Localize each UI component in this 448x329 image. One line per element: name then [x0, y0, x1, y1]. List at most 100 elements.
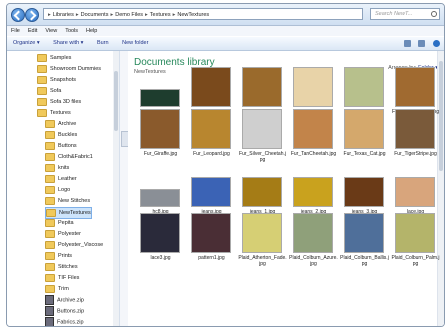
- file-thumbnail[interactable]: [242, 109, 282, 149]
- crumb-separator-icon[interactable]: ▸: [48, 12, 51, 18]
- file-thumbnail[interactable]: [191, 213, 231, 253]
- file-thumbnail[interactable]: [140, 89, 180, 107]
- file-name[interactable]: Fur_Leopard.jpg: [187, 151, 236, 157]
- sidebar-item[interactable]: Stitches: [45, 262, 78, 272]
- file-thumbnail[interactable]: [344, 177, 384, 207]
- file-name[interactable]: Plaid_Colburn_Ballis.jpg: [340, 255, 389, 267]
- sidebar-item[interactable]: TIF Files: [45, 273, 79, 283]
- file-thumbnail[interactable]: [395, 177, 435, 207]
- folder-icon: [45, 273, 55, 282]
- sidebar-item[interactable]: Buckles: [45, 130, 77, 140]
- navigation-pane: Samples Showroom Dummies Snapshots Sofa Sofa…: [7, 51, 120, 326]
- burn-button[interactable]: Burn: [91, 37, 115, 50]
- file-thumbnail[interactable]: [293, 213, 333, 253]
- sidebar-item[interactable]: Sofa: [37, 86, 61, 96]
- menu-help[interactable]: Help: [82, 26, 101, 36]
- sidebar-item[interactable]: Buttons: [45, 141, 77, 151]
- file-name[interactable]: Fur_TanCheetah.jpg: [289, 151, 338, 157]
- menu-edit[interactable]: Edit: [24, 26, 41, 36]
- sidebar-item[interactable]: Fabrics.zip: [45, 317, 84, 326]
- crumb-item[interactable]: Documents: [81, 12, 109, 18]
- file-thumbnail[interactable]: [395, 213, 435, 253]
- folder-icon: [45, 163, 55, 172]
- file-name[interactable]: Fur_TigerStripe.jpg: [391, 151, 440, 157]
- sidebar-item[interactable]: Archive.zip: [45, 295, 84, 305]
- file-name[interactable]: lace3.jpg: [136, 255, 185, 261]
- crumb-item[interactable]: Libraries: [53, 12, 74, 18]
- pane-splitter[interactable]: [120, 51, 129, 326]
- preview-pane-icon[interactable]: [418, 40, 426, 47]
- sidebar-item[interactable]: Logo: [45, 185, 70, 195]
- view-options-icon[interactable]: [403, 40, 411, 47]
- sidebar-item[interactable]: Buttons.zip: [45, 306, 84, 316]
- file-thumbnail[interactable]: [191, 109, 231, 149]
- back-button[interactable]: [11, 8, 25, 22]
- sidebar-item[interactable]: Prints: [45, 251, 72, 261]
- crumb-separator-icon[interactable]: ▸: [145, 12, 148, 18]
- menu-tools[interactable]: Tools: [61, 26, 82, 36]
- file-name[interactable]: Fur_Giraffe.jpg: [136, 151, 185, 157]
- forward-button[interactable]: [25, 8, 39, 22]
- explorer-window: ▸ Libraries ▸ Documents ▸ Demo Files ▸ Textures…: [6, 3, 445, 327]
- file-thumbnail[interactable]: [344, 213, 384, 253]
- sidebar-item[interactable]: Snapshots: [37, 75, 76, 85]
- sidebar-item-label: Prints: [58, 253, 73, 259]
- crumb-item[interactable]: NewTextures: [177, 12, 209, 18]
- help-icon[interactable]: [433, 40, 440, 47]
- crumb-separator-icon[interactable]: ▸: [76, 12, 79, 18]
- sidebar-item[interactable]: Polyester_Viscose: [45, 240, 103, 250]
- sidebar-item[interactable]: Samples: [37, 53, 71, 63]
- file-thumbnail[interactable]: [395, 67, 435, 107]
- file-thumbnail[interactable]: [242, 67, 282, 107]
- file-thumbnail[interactable]: [293, 109, 333, 149]
- file-name[interactable]: Plaid_Colburn_Palm.jpg: [391, 255, 440, 267]
- sidebar-item[interactable]: Archive: [45, 119, 76, 129]
- sidebar-item-label: Archive: [58, 121, 77, 127]
- file-thumbnail[interactable]: [140, 189, 180, 207]
- file-thumbnail[interactable]: [242, 213, 282, 253]
- share-with-button[interactable]: Share with ▾: [47, 37, 89, 50]
- file-name[interactable]: Fur_Texas_Cat.jpg: [340, 151, 389, 157]
- file-name[interactable]: pattern1.jpg: [187, 255, 236, 261]
- menu-view[interactable]: View: [41, 26, 61, 36]
- file-thumbnail[interactable]: [344, 109, 384, 149]
- file-name[interactable]: Plaid_Colburn_Azure.jpg: [289, 255, 338, 267]
- file-view-scrollbar[interactable]: [437, 51, 444, 326]
- breadcrumb[interactable]: ▸ Libraries ▸ Documents ▸ Demo Files ▸ Textures…: [43, 8, 363, 20]
- organize-button[interactable]: Organize ▾: [7, 37, 46, 50]
- file-thumbnail[interactable]: [191, 67, 231, 107]
- file-thumbnail[interactable]: [344, 67, 384, 107]
- file-name[interactable]: Fur_Silver_Cheetah.jpg: [238, 151, 287, 163]
- file-thumbnail[interactable]: [242, 177, 282, 207]
- sidebar-item-label: Cloth&Fabric1: [58, 154, 93, 160]
- sidebar-item[interactable]: Textures: [37, 108, 71, 118]
- folder-icon: [45, 229, 55, 238]
- sidebar-scrollbar[interactable]: [113, 51, 119, 326]
- sidebar-item[interactable]: Showroom Dummies: [37, 64, 101, 74]
- sidebar-item[interactable]: knits: [45, 163, 69, 173]
- file-thumbnail[interactable]: [140, 109, 180, 149]
- file-thumbnail[interactable]: [293, 177, 333, 207]
- crumb-separator-icon[interactable]: ▸: [110, 12, 113, 18]
- crumb-separator-icon[interactable]: ▸: [173, 12, 176, 18]
- file-thumbnail[interactable]: [293, 67, 333, 107]
- search-input[interactable]: Search NewT...: [370, 8, 440, 20]
- file-thumbnail[interactable]: [191, 177, 231, 207]
- sidebar-item[interactable]: New Stitches: [45, 196, 90, 206]
- new-folder-button[interactable]: New folder: [116, 37, 154, 50]
- sidebar-item-label: knits: [58, 165, 70, 171]
- crumb-item[interactable]: Textures: [150, 12, 171, 18]
- crumb-item[interactable]: Demo Files: [115, 12, 143, 18]
- search-icon[interactable]: [431, 11, 437, 17]
- sidebar-item[interactable]: Trim: [45, 284, 69, 294]
- file-thumbnail[interactable]: [395, 109, 435, 149]
- file-name[interactable]: Plaid_Atherton_Fade.jpg: [238, 255, 287, 267]
- sidebar-item[interactable]: Polyester: [45, 229, 81, 239]
- sidebar-item[interactable]: Pepita: [45, 218, 74, 228]
- sidebar-item[interactable]: Cloth&Fabric1: [45, 152, 93, 162]
- file-thumbnail[interactable]: [140, 213, 180, 253]
- menu-file[interactable]: File: [7, 26, 24, 36]
- sidebar-item[interactable]: Leather: [45, 174, 77, 184]
- sidebar-item-label: New Stitches: [58, 198, 91, 204]
- sidebar-item[interactable]: Sofa 3D files: [37, 97, 81, 107]
